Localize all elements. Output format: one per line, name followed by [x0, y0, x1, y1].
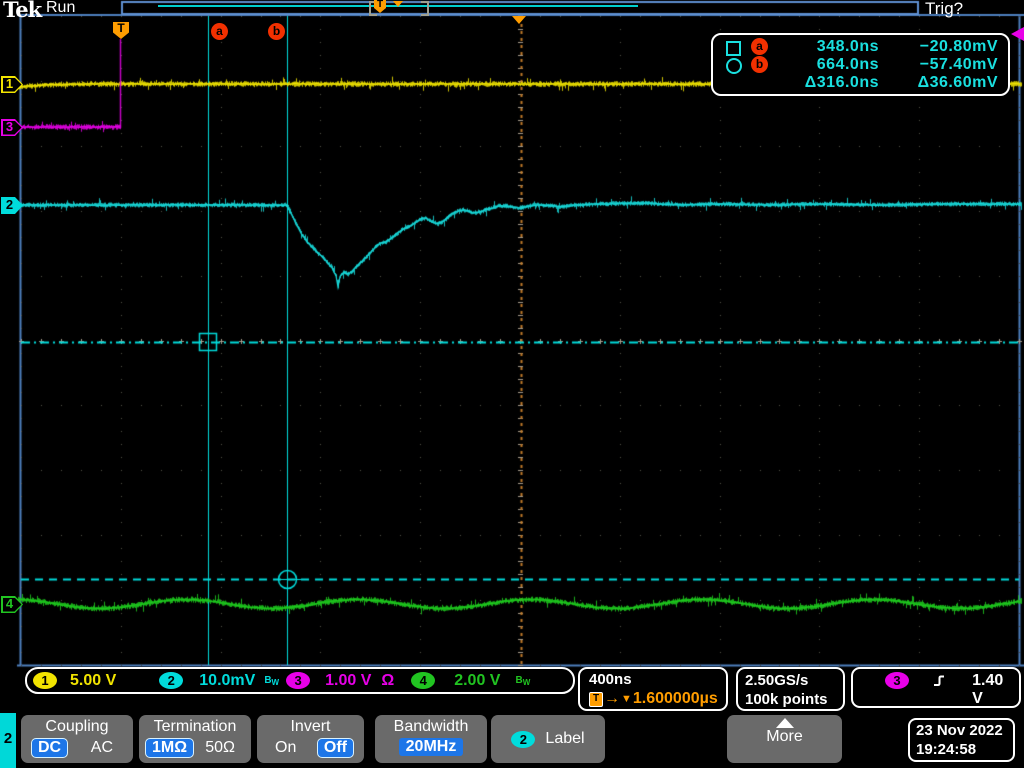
more-up-triangle-icon: [775, 718, 794, 728]
termination-button[interactable]: Termination 1MΩ 50Ω: [139, 715, 251, 763]
preview-window-bracket-right: [421, 1, 429, 16]
cursor-a-badge[interactable]: a: [211, 23, 228, 40]
termination-title: Termination: [153, 718, 237, 735]
cursor-a-voltage: −20.80mV: [919, 37, 998, 55]
label-button-text: Label: [545, 730, 585, 747]
trigger-readout: 3 1.40 V: [851, 667, 1021, 708]
channel4-scale: 2.00 V: [454, 671, 501, 689]
menu-channel-tab[interactable]: 2: [0, 713, 16, 768]
record-length: 100k points: [745, 691, 828, 708]
waveform-display: [0, 0, 1024, 768]
bandwidth-button[interactable]: Bandwidth 20MHz: [375, 715, 487, 763]
channel3-badge[interactable]: 3: [286, 672, 311, 689]
channel3-marker-label: 3: [5, 119, 14, 134]
trigger-level-arrow-icon[interactable]: [1011, 27, 1024, 41]
label-channel-badge: 2: [511, 730, 536, 748]
channel1-marker-label: 1: [5, 76, 14, 91]
trigger-level: 1.40 V: [972, 672, 1004, 707]
cursor-delta-time: Δ316.0ns: [804, 73, 879, 91]
cursor-b-time: 664.0ns: [816, 55, 879, 73]
channel4-bandwidth-limit-icon: BW: [515, 674, 531, 687]
date-text: 23 Nov 2022: [916, 722, 1003, 739]
invert-off-option[interactable]: Off: [316, 738, 354, 758]
cursor-b-row-badge: b: [751, 55, 768, 73]
timebase-arrow-icon: →: [604, 690, 620, 707]
cursor-b-voltage: −57.40mV: [919, 55, 998, 73]
preview-expansion-triangle-icon: [393, 1, 403, 7]
cursor-a-row-badge: a: [751, 37, 768, 55]
termination-1mohm-option[interactable]: 1MΩ: [145, 738, 195, 758]
timebase-trigger-icon: T: [589, 691, 603, 707]
cursor-a-square-icon: [726, 40, 741, 56]
channel1-scale: 5.00 V: [70, 671, 117, 689]
datetime-display: 23 Nov 2022 19:24:58: [908, 718, 1015, 762]
invert-on-option[interactable]: On: [267, 739, 304, 757]
timebase-delay-value: 1.600000µs: [632, 690, 718, 707]
channel-scale-readout-bar: 1 5.00 V 2 10.0mV BW 3 1.00 V Ω 4 2.00 V…: [25, 667, 575, 694]
channel3-impedance: Ω: [381, 671, 395, 689]
invert-button[interactable]: Invert On Off: [257, 715, 364, 763]
more-button[interactable]: More: [727, 715, 842, 763]
bandwidth-title: Bandwidth: [393, 718, 469, 735]
acquisition-status: Run: [46, 0, 76, 16]
cursor-a-time: 348.0ns: [816, 37, 879, 55]
more-button-text: More: [766, 728, 803, 745]
acquisition-readout: 2.50GS/s 100k points: [736, 667, 845, 711]
trigger-status: Trig?: [925, 0, 964, 18]
bandwidth-value[interactable]: 20MHz: [398, 738, 464, 756]
label-button[interactable]: 2 Label: [491, 715, 605, 763]
sample-rate: 2.50GS/s: [745, 672, 809, 689]
channel2-bandwidth-limit-icon: BW: [264, 674, 280, 687]
cursor-readout-panel: a 348.0ns −20.80mV b 664.0ns −57.40mV Δ3…: [711, 33, 1010, 96]
trigger-slope-rising-icon: [934, 675, 945, 686]
timebase-ref-triangle-icon: ▼: [621, 693, 632, 705]
coupling-ac-option[interactable]: AC: [83, 739, 121, 757]
timebase-delay-row: T → ▼ 1.600000µs: [589, 690, 726, 708]
channel1-badge[interactable]: 1: [33, 672, 57, 689]
channel4-badge[interactable]: 4: [411, 672, 436, 689]
tek-logo: Tek: [3, 0, 42, 22]
timebase-scale: 400ns: [589, 671, 632, 688]
time-text: 19:24:58: [916, 741, 977, 758]
cursor-b-badge[interactable]: b: [268, 23, 285, 40]
channel2-badge[interactable]: 2: [159, 672, 184, 689]
expansion-point-triangle-icon[interactable]: [512, 16, 526, 24]
termination-50ohm-option[interactable]: 50Ω: [197, 739, 243, 757]
channel3-scale: 1.00 V: [325, 671, 372, 689]
channel4-marker-label: 4: [5, 596, 14, 611]
trigger-source-badge: 3: [885, 672, 909, 689]
coupling-button[interactable]: Coupling DC AC: [21, 715, 133, 763]
invert-title: Invert: [290, 718, 331, 735]
coupling-title: Coupling: [45, 718, 109, 735]
timebase-readout: 400ns T → ▼ 1.600000µs: [578, 667, 728, 711]
coupling-dc-option[interactable]: DC: [31, 738, 69, 758]
channel2-marker-label: 2: [5, 197, 14, 212]
channel2-scale: 10.0mV: [199, 671, 256, 689]
cursor-delta-voltage: Δ36.60mV: [917, 73, 998, 91]
cursor-b-circle-icon: [726, 57, 742, 74]
